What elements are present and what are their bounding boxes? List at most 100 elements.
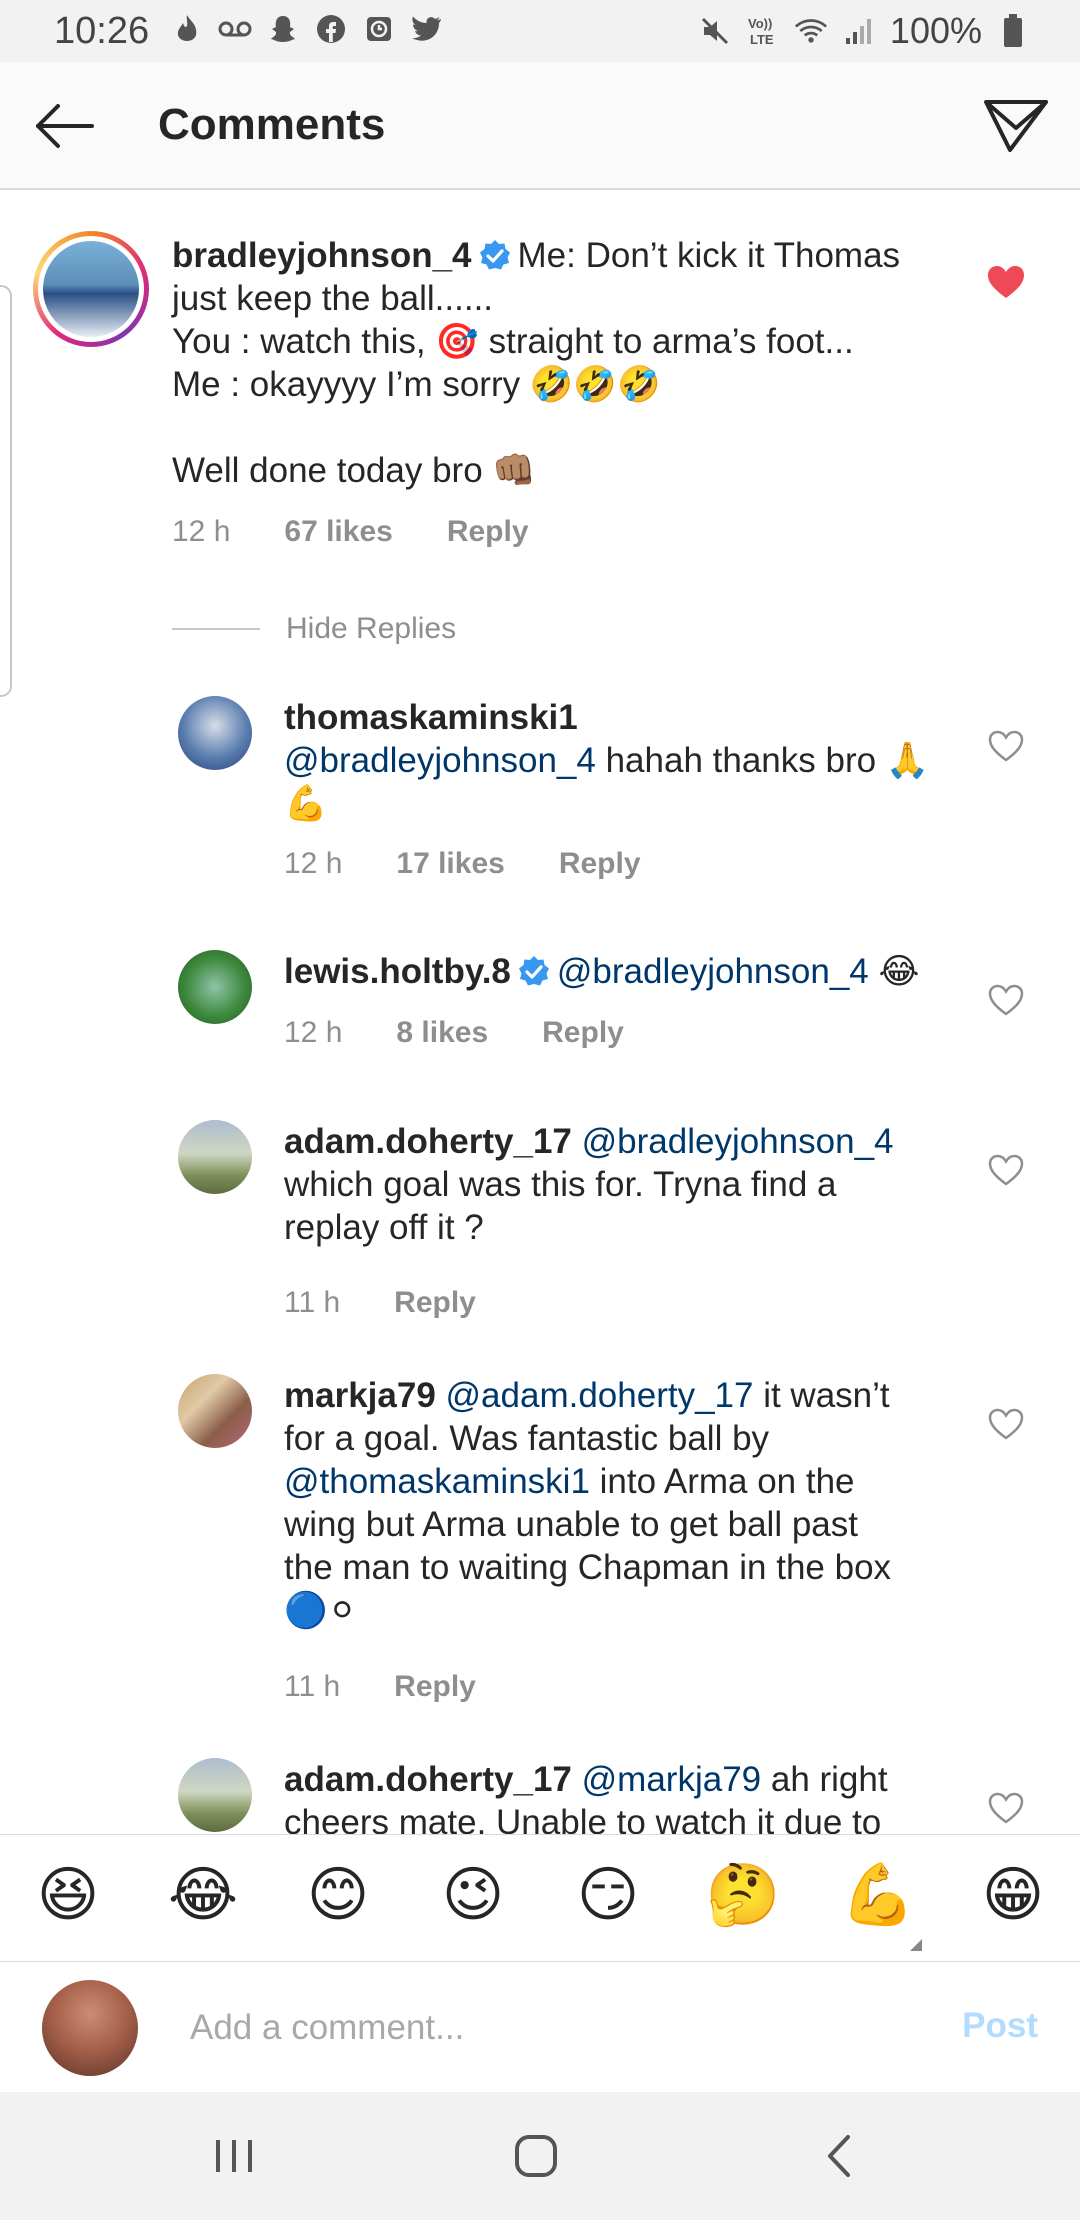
reply-likes[interactable]: 17 likes <box>396 847 504 881</box>
comment-line: You : watch this, 🎯 straight to arma’s f… <box>172 322 854 361</box>
notification-icons <box>170 12 444 46</box>
emoji-button[interactable]: 😂 <box>163 1855 243 1935</box>
share-button[interactable] <box>982 92 1050 160</box>
edge-panel-handle[interactable] <box>0 285 12 697</box>
comment-meta: 12 h 67 likes Reply <box>172 515 529 549</box>
reply-text: lewis.holtby.8 @bradleyjohnson_4 😂 <box>284 950 964 993</box>
avatar-bradleyjohnson-4[interactable] <box>33 231 149 347</box>
reply-body: 💪 <box>284 784 328 823</box>
volte-icon: Vo)) LTE <box>746 14 780 48</box>
reply-body: ah right <box>761 1760 888 1799</box>
comment-line: Me: Don’t kick it Thomas <box>517 236 901 275</box>
system-icons: Vo)) LTE 100% <box>698 10 1030 52</box>
avatar-thomaskaminski1[interactable] <box>178 696 252 770</box>
signal-icon <box>842 14 876 48</box>
recent-apps-button[interactable] <box>202 2126 266 2186</box>
reply-meta: 11 h Reply <box>284 1286 476 1320</box>
verified-badge-icon <box>479 240 510 270</box>
reply-username[interactable]: lewis.holtby.8 <box>284 952 511 991</box>
emoji-button[interactable]: 😆 <box>28 1855 108 1935</box>
reply-username[interactable]: thomaskaminski1 <box>284 698 578 737</box>
comment-input[interactable] <box>190 1998 910 2058</box>
svg-text:LTE: LTE <box>750 32 774 47</box>
battery-percent: 100% <box>889 10 982 51</box>
snapchat-icon <box>266 12 300 46</box>
comments-list[interactable]: bradleyjohnson_4 Me: Don’t kick it Thomas… <box>0 190 1080 1834</box>
avatar-adam-doherty-17[interactable] <box>178 1758 252 1832</box>
avatar-lewis-holtby-8[interactable] <box>178 950 252 1024</box>
reply-text: adam.doherty_17 @bradleyjohnson_4 which … <box>284 1120 964 1249</box>
mention-link[interactable]: @bradleyjohnson_4 <box>582 1122 894 1161</box>
reply-body: cheers mate. Unable to watch it due to <box>284 1803 882 1834</box>
hide-replies-label: Hide Replies <box>286 612 457 645</box>
reply-button[interactable]: Reply <box>394 1670 476 1704</box>
reply-username[interactable]: markja79 <box>284 1376 436 1415</box>
reply-likes[interactable]: 8 likes <box>396 1016 488 1050</box>
comment-username[interactable]: bradleyjohnson_4 <box>172 236 472 275</box>
home-icon <box>515 2135 557 2177</box>
reply-button[interactable]: Reply <box>394 1286 476 1320</box>
battery-icon <box>996 14 1030 48</box>
post-button[interactable]: Post <box>962 2006 1038 2046</box>
home-button[interactable] <box>504 2126 568 2186</box>
liked-heart-icon[interactable] <box>986 264 1026 300</box>
page-title: Comments <box>158 100 386 149</box>
heart-outline-icon[interactable] <box>986 728 1026 764</box>
reply-username[interactable]: adam.doherty_17 <box>284 1122 572 1161</box>
heart-outline-icon[interactable] <box>986 1790 1026 1826</box>
emoji-button[interactable]: 😉 <box>433 1855 513 1935</box>
mention-link[interactable]: @bradleyjohnson_4 <box>557 952 869 991</box>
mute-icon <box>698 14 732 48</box>
comment-line: Well done today bro 👊🏽 <box>172 451 536 490</box>
paper-plane-icon <box>984 100 1048 152</box>
reply-body: 😂 <box>868 952 920 991</box>
system-navigation-bar <box>0 2092 1080 2220</box>
avatar-markja79[interactable] <box>178 1374 252 1448</box>
mention-link[interactable]: @thomaskaminski1 <box>284 1462 590 1501</box>
avatar-adam-doherty-17[interactable] <box>178 1120 252 1194</box>
reply-button[interactable]: Reply <box>447 515 529 549</box>
skin-tone-indicator-icon <box>910 1939 922 1951</box>
recents-icon <box>216 2140 252 2172</box>
mention-link[interactable]: @markja79 <box>582 1760 761 1799</box>
twitter-icon <box>410 12 444 46</box>
comment-likes[interactable]: 67 likes <box>284 515 392 549</box>
emoji-button[interactable]: 😁 <box>973 1855 1053 1935</box>
reply-time: 12 h <box>284 1016 343 1049</box>
heart-outline-icon[interactable] <box>986 1152 1026 1188</box>
main-comment-text: bradleyjohnson_4 Me: Don’t kick it Thomas… <box>172 234 952 492</box>
heart-outline-icon[interactable] <box>986 982 1026 1018</box>
reply-body: it wasn’t <box>753 1376 890 1415</box>
reply-time: 11 h <box>284 1286 341 1319</box>
reply-text: thomaskaminski1 @bradleyjohnson_4 hahah … <box>284 696 964 825</box>
reply-button[interactable]: Reply <box>559 847 641 881</box>
header: Comments <box>0 62 1080 190</box>
comment-time: 12 h <box>172 515 231 548</box>
reply-body: wing but Arma unable to get ball past <box>284 1505 858 1544</box>
back-button[interactable] <box>28 96 98 156</box>
current-user-avatar <box>42 1980 138 2076</box>
emoji-button[interactable]: 🤔 <box>703 1855 783 1935</box>
reply-body: into Arma on the <box>589 1462 855 1501</box>
emoji-button[interactable]: 😊 <box>298 1855 378 1935</box>
status-bar: 10:26 Vo)) LTE 100% <box>0 0 1080 62</box>
avatar-image <box>43 241 139 337</box>
comment-line: Me : okayyyy I’m sorry 🤣🤣🤣 <box>172 365 661 404</box>
emoji-button[interactable]: 😏 <box>568 1855 648 1935</box>
mention-link[interactable]: @bradleyjohnson_4 <box>284 741 596 780</box>
reply-button[interactable]: Reply <box>542 1016 624 1050</box>
heart-outline-icon[interactable] <box>986 1406 1026 1442</box>
reply-meta: 11 h Reply <box>284 1670 476 1704</box>
clock-icon <box>362 12 396 46</box>
status-time: 10:26 <box>54 10 150 52</box>
back-arrow-icon <box>36 104 94 148</box>
mention-link[interactable]: @adam.doherty_17 <box>446 1376 754 1415</box>
reply-body: replay off it ? <box>284 1208 484 1247</box>
comment-composer: Post <box>0 1962 1080 2092</box>
reply-username[interactable]: adam.doherty_17 <box>284 1760 572 1799</box>
back-nav-button[interactable] <box>808 2126 872 2186</box>
emoji-button[interactable]: 💪 <box>838 1855 918 1935</box>
reply-text: markja79 @adam.doherty_17 it wasn’t for … <box>284 1374 964 1632</box>
hide-replies-toggle[interactable]: Hide Replies <box>172 612 456 646</box>
reply-body: the man to waiting Chapman in the box <box>284 1548 892 1587</box>
